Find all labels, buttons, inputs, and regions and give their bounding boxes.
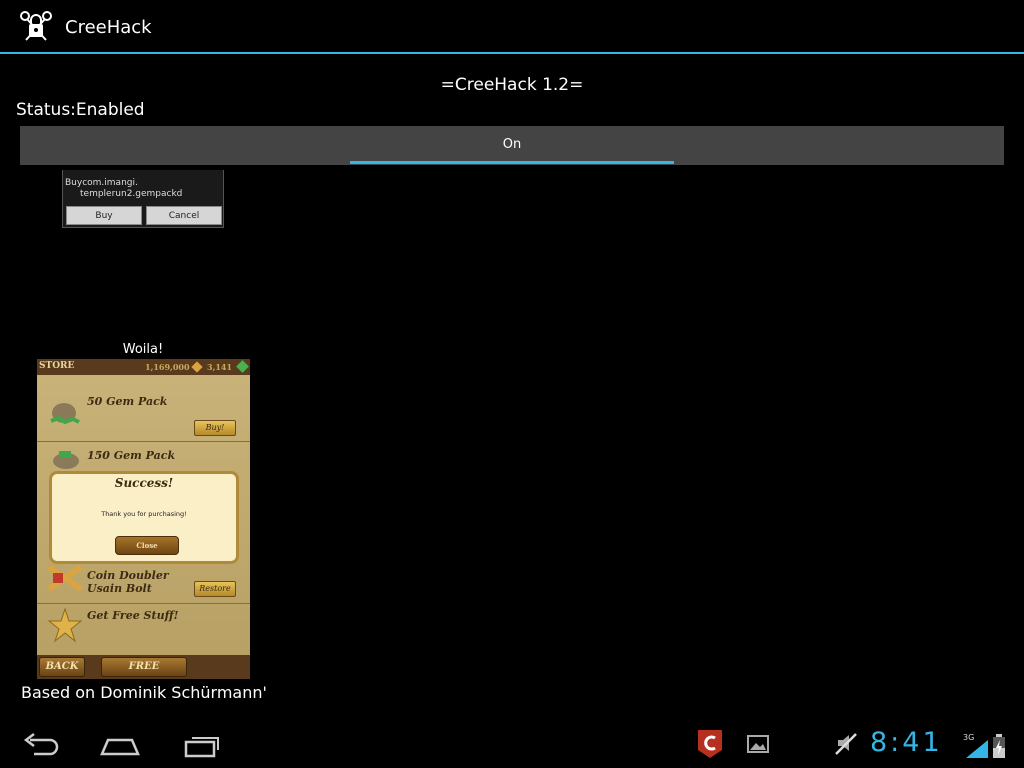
gem-bag-icon <box>50 403 80 425</box>
store-footer: BACK FREE <box>37 655 250 679</box>
coin-doubler-icon <box>47 564 83 592</box>
store-screenshot-image: STORE 1,169,000 3,141 50 Gem Pack Buy! 1… <box>37 359 250 679</box>
status-label: Status:Enabled <box>16 100 145 120</box>
clock: 8:41 <box>870 727 943 758</box>
divider <box>37 441 250 442</box>
buy-button: Buy <box>66 206 142 225</box>
store-item-name: 150 Gem Pack <box>87 449 176 462</box>
signal-icon <box>966 740 988 758</box>
store-free-button: FREE <box>101 657 187 677</box>
store-restore-button: Restore <box>194 581 236 597</box>
battery-charging-icon <box>993 734 1005 758</box>
dialog-line-2: templerun2.gempackd <box>80 189 183 199</box>
cancel-button: Cancel <box>146 206 222 225</box>
gem-count: 3,141 <box>207 362 233 372</box>
store-item-name: 50 Gem Pack <box>87 395 168 408</box>
close-button: Close <box>115 536 179 555</box>
store-item-name: Coin Doubler Usain Bolt <box>87 569 169 595</box>
credit-text: Based on Dominik Schürmann' <box>21 683 267 702</box>
success-popup: Success! Thank you for purchasing! Close <box>49 471 239 564</box>
free-stuff-icon <box>47 607 83 643</box>
action-bar: CreeHack <box>0 0 1024 54</box>
coin-icon <box>191 361 203 373</box>
coin-count: 1,169,000 <box>145 362 190 372</box>
recent-apps-icon[interactable] <box>180 732 224 758</box>
success-message: Thank you for purchasing! <box>101 510 187 518</box>
gem-icon <box>236 360 249 373</box>
home-icon[interactable] <box>98 732 142 758</box>
store-buy-button: Buy! <box>194 420 236 436</box>
image-notification-icon[interactable] <box>747 734 769 754</box>
purchase-dialog-image: Buycom.imangi. templerun2.gempackd Buy C… <box>62 170 224 228</box>
back-icon[interactable] <box>20 732 64 758</box>
gem-pile-icon <box>53 451 79 469</box>
store-header: STORE 1,169,000 3,141 <box>37 359 250 375</box>
success-title: Success! <box>114 476 174 490</box>
toggle-label: On <box>502 137 522 152</box>
store-label: STORE <box>39 361 75 371</box>
muted-icon <box>835 733 857 755</box>
dialog-line-1: Buycom.imangi. <box>65 178 138 188</box>
lock-key-icon[interactable] <box>18 10 54 46</box>
divider <box>37 603 250 604</box>
store-item-name: Get Free Stuff! <box>87 609 179 622</box>
app-title: CreeHack <box>65 17 152 38</box>
creehack-notification-icon[interactable] <box>696 728 724 760</box>
woila-caption: Woila! <box>122 342 164 357</box>
store-back-button: BACK <box>39 657 85 677</box>
dialog-text: Buycom.imangi. templerun2.gempackd <box>65 178 225 200</box>
toggle-indicator <box>350 161 674 164</box>
on-toggle-button[interactable]: On <box>20 126 1004 165</box>
page-title: =CreeHack 1.2= <box>440 75 584 95</box>
